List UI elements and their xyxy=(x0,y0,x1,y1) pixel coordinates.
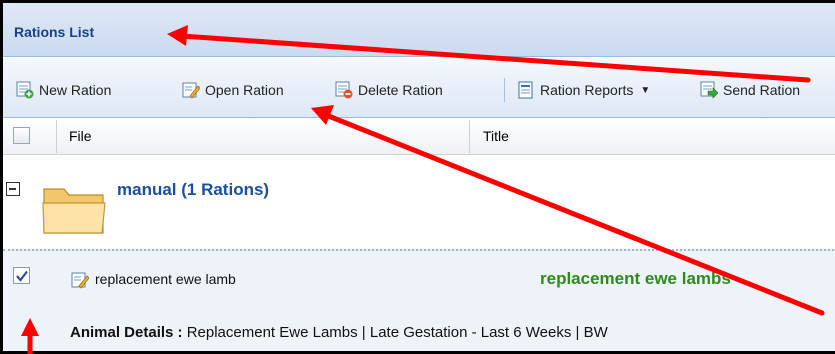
panel-title: Rations List xyxy=(14,24,95,40)
select-all-checkbox[interactable] xyxy=(13,127,30,144)
send-ration-button[interactable]: Send Ration xyxy=(700,79,800,101)
group-label[interactable]: manual (1 Rations) xyxy=(117,180,269,200)
delete-ration-button[interactable]: Delete Ration xyxy=(335,79,443,101)
open-ration-label: Open Ration xyxy=(205,82,284,98)
edit-icon xyxy=(182,82,200,99)
collapse-group-icon[interactable] xyxy=(6,182,20,196)
table-row[interactable]: replacement ewe lamb replacement ewe lam… xyxy=(3,249,835,351)
rations-list-panel: Rations List New Ration Open Ration Dele… xyxy=(0,0,835,354)
animal-details: Animal Details : Replacement Ewe Lambs |… xyxy=(70,324,608,341)
new-ration-button[interactable]: New Ration xyxy=(16,79,111,101)
checkmark-icon xyxy=(16,270,28,282)
row-checkbox[interactable] xyxy=(13,267,30,284)
ration-reports-dropdown[interactable]: Ration Reports ▼ xyxy=(517,79,650,101)
report-icon xyxy=(518,81,533,99)
animal-details-label: Animal Details : xyxy=(70,324,183,341)
column-divider xyxy=(56,120,57,153)
new-ration-label: New Ration xyxy=(39,82,112,98)
delete-ration-icon xyxy=(335,81,353,99)
panel-header: Rations List xyxy=(3,3,835,57)
animal-details-value: Replacement Ewe Lambs | Late Gestation -… xyxy=(186,324,608,341)
column-divider xyxy=(469,120,470,153)
column-header-title[interactable]: Title xyxy=(483,128,509,144)
chevron-down-icon: ▼ xyxy=(640,84,651,96)
toolbar-separator xyxy=(504,78,505,102)
row-file-name[interactable]: replacement ewe lamb xyxy=(95,271,236,287)
send-ration-icon xyxy=(700,81,718,99)
grid-header: File Title xyxy=(3,118,835,155)
send-ration-label: Send Ration xyxy=(723,82,801,98)
group-row: manual (1 Rations) xyxy=(3,155,835,249)
edit-icon[interactable] xyxy=(71,271,89,289)
ration-reports-label: Ration Reports xyxy=(540,82,634,98)
row-title: replacement ewe lambs xyxy=(540,269,731,288)
new-ration-icon xyxy=(16,81,34,99)
folder-icon xyxy=(42,188,106,234)
toolbar: New Ration Open Ration Delete Ration Rat… xyxy=(3,58,835,118)
open-ration-button[interactable]: Open Ration xyxy=(182,79,284,101)
delete-ration-label: Delete Ration xyxy=(358,82,443,98)
column-header-file[interactable]: File xyxy=(69,128,92,144)
